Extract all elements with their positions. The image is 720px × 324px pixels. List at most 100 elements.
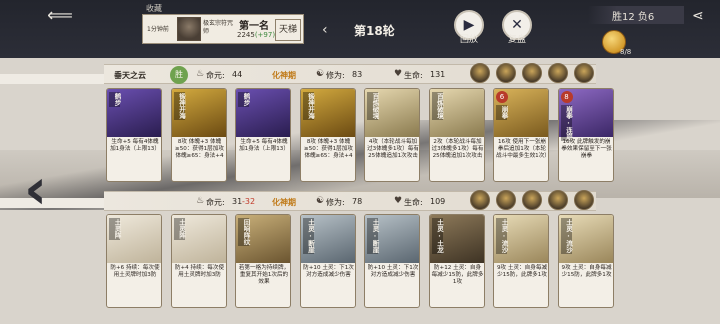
heart-icon: ♥ <box>394 196 403 206</box>
record-user: 极玄宗符咒师 <box>203 20 234 35</box>
card-title: 锻神开海 <box>302 92 315 120</box>
record-title: 收藏 <box>146 4 162 13</box>
game-card[interactable]: 土灵·土龙防+12 土灵：自身每减少15防，此牌多1攻 <box>428 214 485 308</box>
avatar[interactable] <box>574 63 594 83</box>
card-description: 生命+5 每有4体魄加1身法（上限13） <box>239 139 289 152</box>
ladder-button[interactable]: 天梯 <box>275 19 301 41</box>
game-card[interactable]: 锻神开海 8攻 体魄+3 体魄≥50：获得1层加攻 体魄≥65：身法+4 <box>170 88 227 182</box>
card-description: 防+10 土灵：下1次对方造成减少伤害 <box>367 265 419 278</box>
game-card[interactable]: 百炼破境 4攻（本轮战斗每加过3体魄多1攻）每有25体魄追加1次攻击 <box>364 88 420 182</box>
game-card[interactable]: 百炼破境 2攻（本轮战斗每加过3体魄多1攻）每有25体魄追加1次攻击 <box>428 88 485 182</box>
game-card[interactable]: 锻神开海 8攻 体魄+3 体魄≥50：获得1层加攻 体魄≥65：身法+4 <box>299 88 356 182</box>
game-card[interactable]: 土灵·流沙 9攻 土灵：自身每减少15防，此牌多1攻 <box>493 214 549 308</box>
card-level-badge: 6 <box>496 91 508 103</box>
left-chevron-icon: ‹ <box>24 157 48 222</box>
game-card[interactable]: 回响阵纹若第一格为持续牌，重复其开始1次后的效果 <box>235 214 291 308</box>
mingyuan-value: 31 <box>232 197 243 206</box>
card-description: 防+4 持续：每次使用土灵牌时加3防 <box>174 265 225 278</box>
game-card[interactable]: 崩拳·连崩 8 16攻 此牌触发的崩拳效果保留至下一张崩拳 <box>557 88 614 182</box>
game-card[interactable]: 土灵·断崖防+10 土灵：下1次对方造成减少伤害 <box>299 214 356 308</box>
rank-score-value: 2245 <box>237 31 255 39</box>
card-title: 回响阵纹 <box>238 218 250 246</box>
coin-count: 8/8 <box>620 48 632 56</box>
card-title: 土灵·断崖 <box>302 218 315 254</box>
avatar[interactable] <box>548 63 568 83</box>
card-description: 2攻（本轮战斗每加过3体魄多1攻）每有25体魄追加1次攻击 <box>431 139 484 159</box>
card-title: 土灵阵 <box>173 218 186 240</box>
avatar[interactable] <box>470 190 490 210</box>
realm-label: 化神期 <box>272 198 296 207</box>
score-summary: 胜12 负6 <box>612 12 655 23</box>
avatar[interactable] <box>522 63 542 83</box>
win-badge: 胜 <box>170 66 188 84</box>
card-description: 9攻 土灵：自身每减少15防，此牌多1攻 <box>561 265 612 278</box>
avatar <box>177 17 201 41</box>
cultivation-icon: ☯ <box>316 69 325 79</box>
card-title: 土灵·流沙 <box>496 218 508 254</box>
card-title: 锻神开海 <box>173 92 186 120</box>
game-card[interactable]: 土灵·断崖防+10 土灵：下1次对方造成减少伤害 <box>364 214 420 308</box>
card-title: 土灵·流沙 <box>560 218 573 254</box>
card-title: 鹤步 <box>109 92 121 107</box>
card-description: 8攻 体魄+3 体魄≥50：获得1层加攻 体魄≥65：身法+4 <box>175 139 224 159</box>
rank-score: 2245(+97) <box>237 31 275 39</box>
avatar[interactable] <box>496 63 516 83</box>
game-card[interactable]: 土灵阵防+6 持续：每次使用土灵牌时加3防 <box>106 214 162 308</box>
card-title: 百炼破境 <box>367 92 379 120</box>
left-rail-top <box>0 74 104 84</box>
player-name: 垂天之云 <box>114 71 146 80</box>
card-title: 土灵·土龙 <box>431 218 444 254</box>
game-card[interactable]: 崩拳 6 16攻 使用下一张崩拳后追加1攻（本轮战斗中最多生效1次） <box>493 88 549 182</box>
life-value: 109 <box>430 197 446 206</box>
heart-icon: ♥ <box>394 69 403 79</box>
rank-label: 第一名 <box>239 21 269 32</box>
card-description: 防+12 土灵：自身每减少15防，此牌多1攻 <box>431 265 484 285</box>
avatar[interactable] <box>548 190 568 210</box>
avatar[interactable] <box>574 190 594 210</box>
record-panel[interactable]: 收藏 1分钟前 极玄宗符咒师 第一名 2245(+97) 天梯 <box>142 2 304 46</box>
game-card[interactable]: 鹤步生命+5 每有4体魄加1身法（上限13） <box>235 88 291 182</box>
xiuwei-label: 修为: <box>326 71 345 80</box>
realm-label: 化神期 <box>272 71 296 80</box>
game-card[interactable]: 土灵·流沙 9攻 土灵：自身每减少15防，此牌多1攻 <box>557 214 614 308</box>
share-icon[interactable]: ⋖ <box>692 8 704 24</box>
mingyuan-label: 命元: <box>206 198 225 207</box>
record-time: 1分钟前 <box>147 26 169 33</box>
mingyuan-label: 命元: <box>206 71 225 80</box>
card-description: 16攻 使用下一张崩拳后追加1攻（本轮战斗中最多生效1次） <box>496 139 549 159</box>
game-card[interactable]: 鹤步 生命+5 每有4体魄加1身法（上限13） <box>106 88 162 182</box>
card-description: 8攻 体魄+3 体魄≥50：获得1层加攻 体魄≥65：身法+4 <box>304 139 353 159</box>
avatar[interactable] <box>522 190 542 210</box>
round-label: 第18轮 <box>354 24 395 38</box>
life-value: 131 <box>430 70 446 79</box>
game-card[interactable]: 土灵阵防+4 持续：每次使用土灵牌时加3防 <box>170 214 227 308</box>
play-icon: ▶ <box>463 17 475 33</box>
review-label: 复盘 <box>507 35 526 45</box>
xiuwei-value: 83 <box>352 70 363 79</box>
card-level-badge: 8 <box>560 91 573 103</box>
card-description: 9攻 土灵：自身每减少15防，此牌多1攻 <box>496 265 548 278</box>
back-arrow-icon[interactable]: ⟸ <box>44 6 76 26</box>
xiuwei-value: 78 <box>352 197 363 206</box>
previous-round-chevron-icon[interactable]: ‹ <box>322 22 328 38</box>
xiuwei-label: 修为: <box>326 198 345 207</box>
card-description: 若第一格为持续牌，重复其开始1次后的效果 <box>238 265 290 285</box>
card-description: 防+6 持续：每次使用土灵牌时加3防 <box>110 265 160 278</box>
card-title: 鹤步 <box>238 92 250 107</box>
avatar[interactable] <box>496 190 516 210</box>
mingyuan-extra: -32 <box>242 197 256 206</box>
card-description: 16攻 此牌触发的崩拳效果保留至下一张崩拳 <box>561 139 612 159</box>
companion-avatars-bottom <box>470 190 602 212</box>
card-title: 土灵·断崖 <box>367 218 379 254</box>
record-box[interactable]: 1分钟前 极玄宗符咒师 第一名 2245(+97) 天梯 <box>142 14 304 44</box>
card-title: 土灵阵 <box>109 218 121 240</box>
card-description: 防+10 土灵：下1次对方造成减少伤害 <box>303 265 354 278</box>
avatar[interactable] <box>470 63 490 83</box>
card-title: 崩拳 <box>496 105 508 120</box>
flame-icon: ♨ <box>196 69 205 79</box>
flame-icon: ♨ <box>196 196 205 206</box>
companion-avatars-top <box>470 63 602 85</box>
close-icon: ✕ <box>511 17 523 33</box>
card-description: 4攻（本轮战斗每加过3体魄多1攻）每有25体魄追加1次攻击 <box>367 139 419 159</box>
life-label: 生命: <box>404 71 423 80</box>
